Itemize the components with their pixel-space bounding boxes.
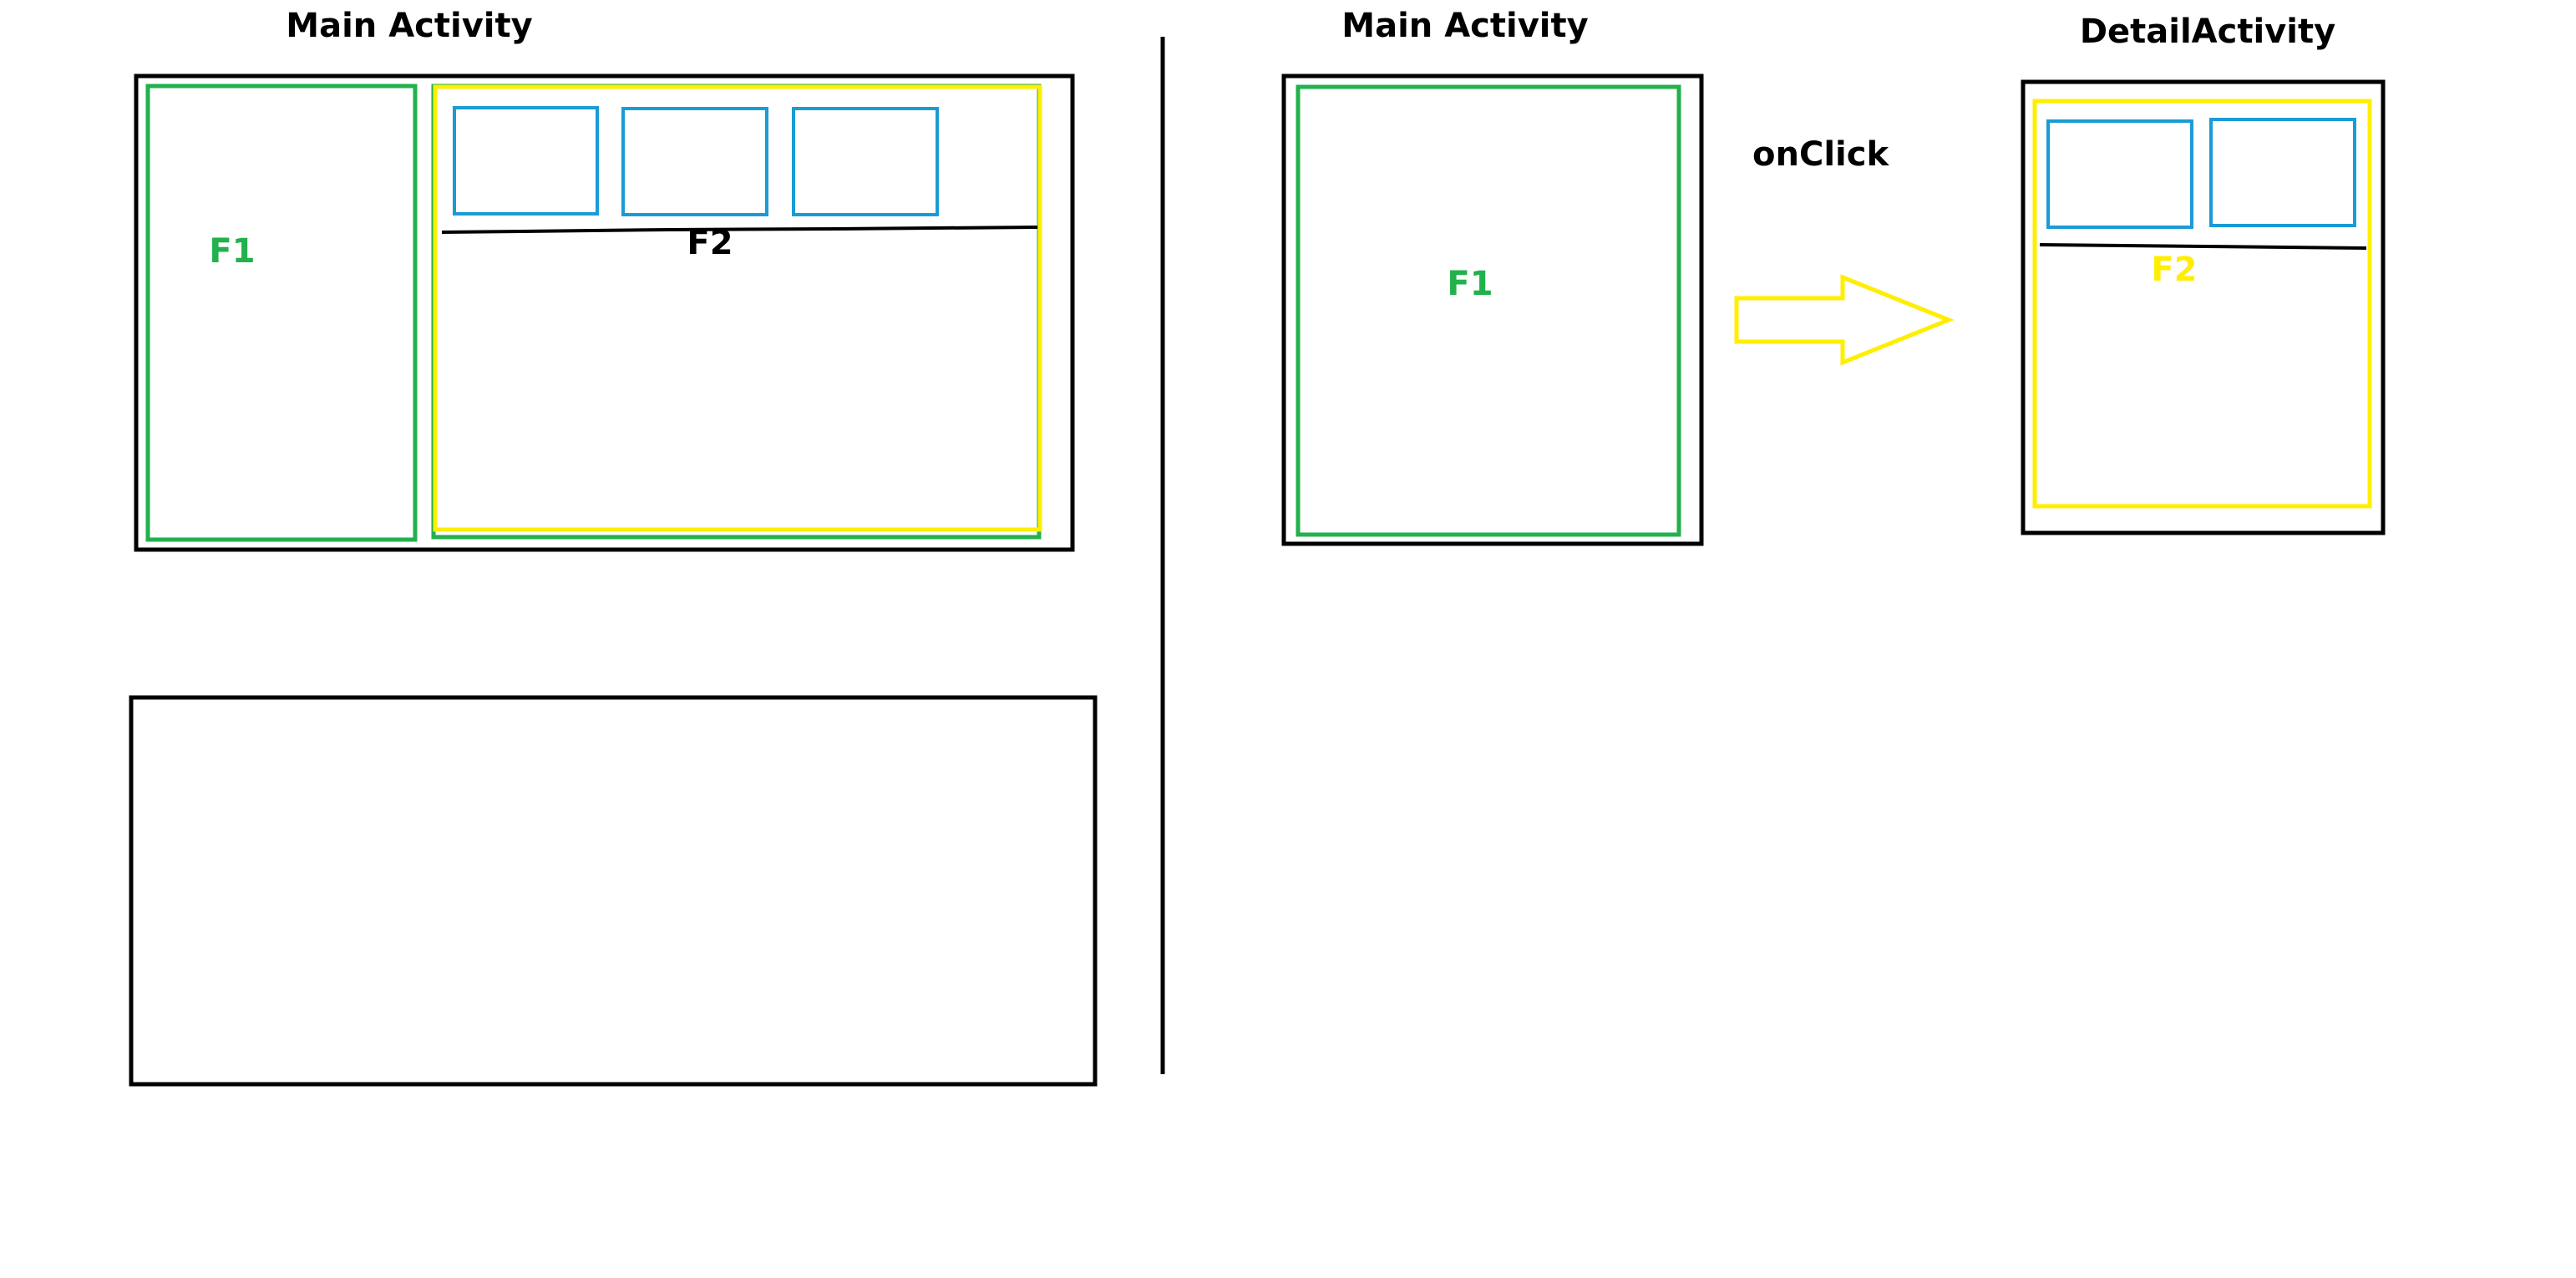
- fragment-layout-diagram: Main Activity F1 F2 Main Activity F1 onC…: [129, 7, 2386, 1087]
- tablet-f2-item-2: [621, 107, 768, 216]
- tablet-fragment-f2-green-outline: [431, 84, 1042, 540]
- tablet-f2-divider: [441, 226, 1038, 234]
- onclick-transition: onClick: [1734, 135, 1955, 366]
- phone-detail-activity-title: DetailActivity: [2080, 13, 2335, 51]
- tablet-fragment-f2: [433, 84, 1042, 532]
- phone-detail-f2-item-1: [2046, 119, 2193, 229]
- phone-main-fragment-f1-label: F1: [1447, 265, 1493, 303]
- tablet-activity-frame: [134, 74, 1075, 552]
- tablet-empty-frame: [129, 695, 1098, 1087]
- tablet-fragment-f1: [145, 84, 418, 542]
- phone-detail-fragment-f2: [2032, 99, 2372, 509]
- onclick-label: onClick: [1752, 135, 1889, 174]
- tablet-main-activity: Main Activity F1 F2: [134, 7, 1075, 552]
- phone-main-activity-frame: [1281, 74, 1704, 546]
- phone-detail-fragment-f2-label: F2: [2151, 251, 2197, 289]
- phone-detail-activity: DetailActivity F2: [2021, 13, 2386, 535]
- tablet-main-activity-title: Main Activity: [286, 7, 532, 45]
- tablet-fragment-f2-label: F2: [687, 224, 733, 262]
- phone-main-fragment-f1: [1296, 84, 1681, 537]
- tablet-f2-item-1: [453, 106, 599, 216]
- phone-detail-f2-divider: [2039, 243, 2367, 250]
- tablet-fragment-f1-label: F1: [209, 232, 255, 271]
- phone-main-activity-title: Main Activity: [1341, 7, 1588, 45]
- phone-main-activity: Main Activity F1: [1281, 7, 1704, 546]
- right-arrow-icon: [1734, 274, 1955, 366]
- phone-detail-activity-frame: [2021, 79, 2386, 535]
- tablet-f2-item-3: [792, 107, 939, 216]
- phone-detail-f2-item-2: [2209, 118, 2356, 227]
